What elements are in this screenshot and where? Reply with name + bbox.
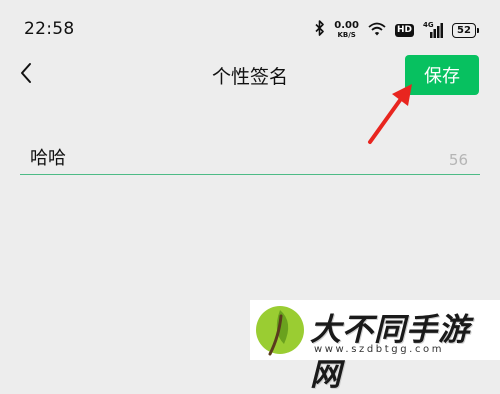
- cellular-signal-icon: 4G: [423, 21, 443, 38]
- signature-input[interactable]: 哈哈 56: [20, 136, 480, 175]
- signature-input-value: 哈哈: [30, 148, 66, 169]
- leaf-logo: [256, 306, 304, 356]
- status-icons: 0.00 KB/S HD 4G 52: [315, 18, 479, 42]
- hd-badge: HD: [394, 23, 414, 37]
- network-speed-unit: KB/S: [337, 31, 356, 39]
- network-speed-value: 0.00: [334, 20, 359, 31]
- remaining-char-count: 56: [448, 151, 468, 169]
- status-bar: 22:58 0.00 KB/S HD 4G 52: [0, 0, 500, 56]
- watermark-url: www.szdbtgg.com: [314, 344, 445, 355]
- status-time: 22:58: [24, 19, 75, 39]
- bluetooth-icon: [315, 20, 325, 40]
- wifi-icon: [368, 21, 386, 40]
- network-speed: 0.00 KB/S: [334, 20, 359, 40]
- battery-icon: 52: [452, 22, 479, 38]
- site-watermark: 大不同手游网 www.szdbtgg.com: [250, 300, 500, 393]
